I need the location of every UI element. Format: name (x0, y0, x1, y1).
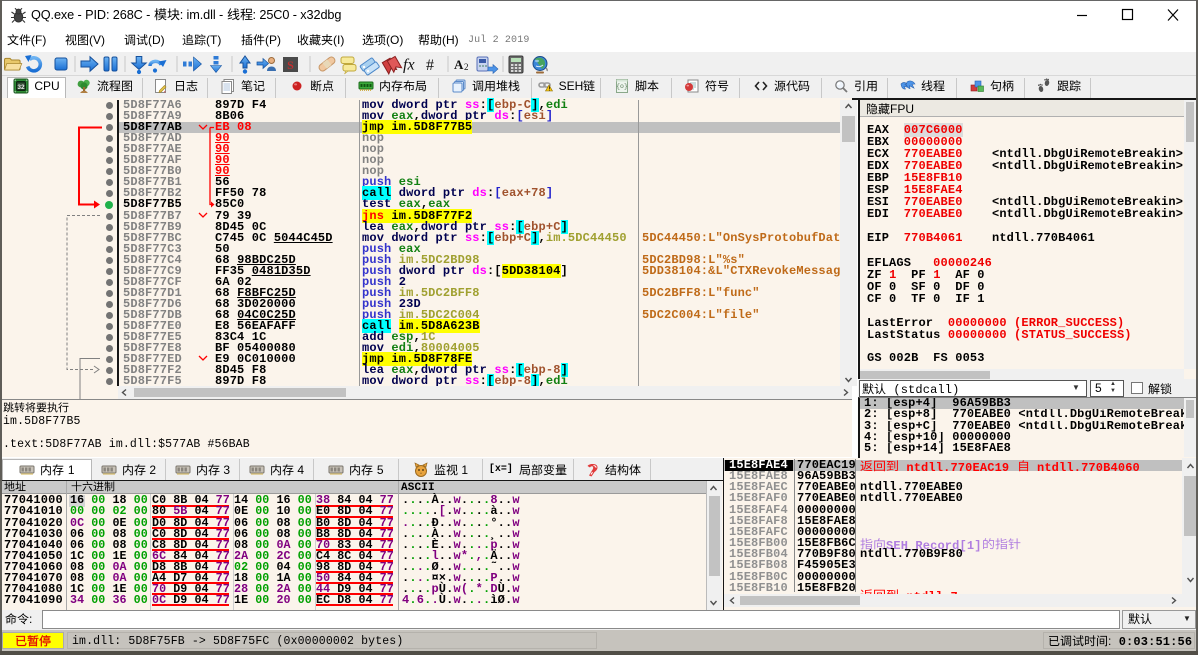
svg-text:A: A (454, 57, 464, 72)
svg-text:{o}: {o} (616, 83, 628, 90)
svg-text:S: S (287, 58, 294, 72)
svg-text:2: 2 (464, 62, 469, 72)
svg-text:fx: fx (403, 57, 415, 74)
svg-text:!: ! (548, 87, 550, 93)
svg-text:#: # (426, 57, 434, 74)
svg-text:32: 32 (18, 84, 26, 91)
